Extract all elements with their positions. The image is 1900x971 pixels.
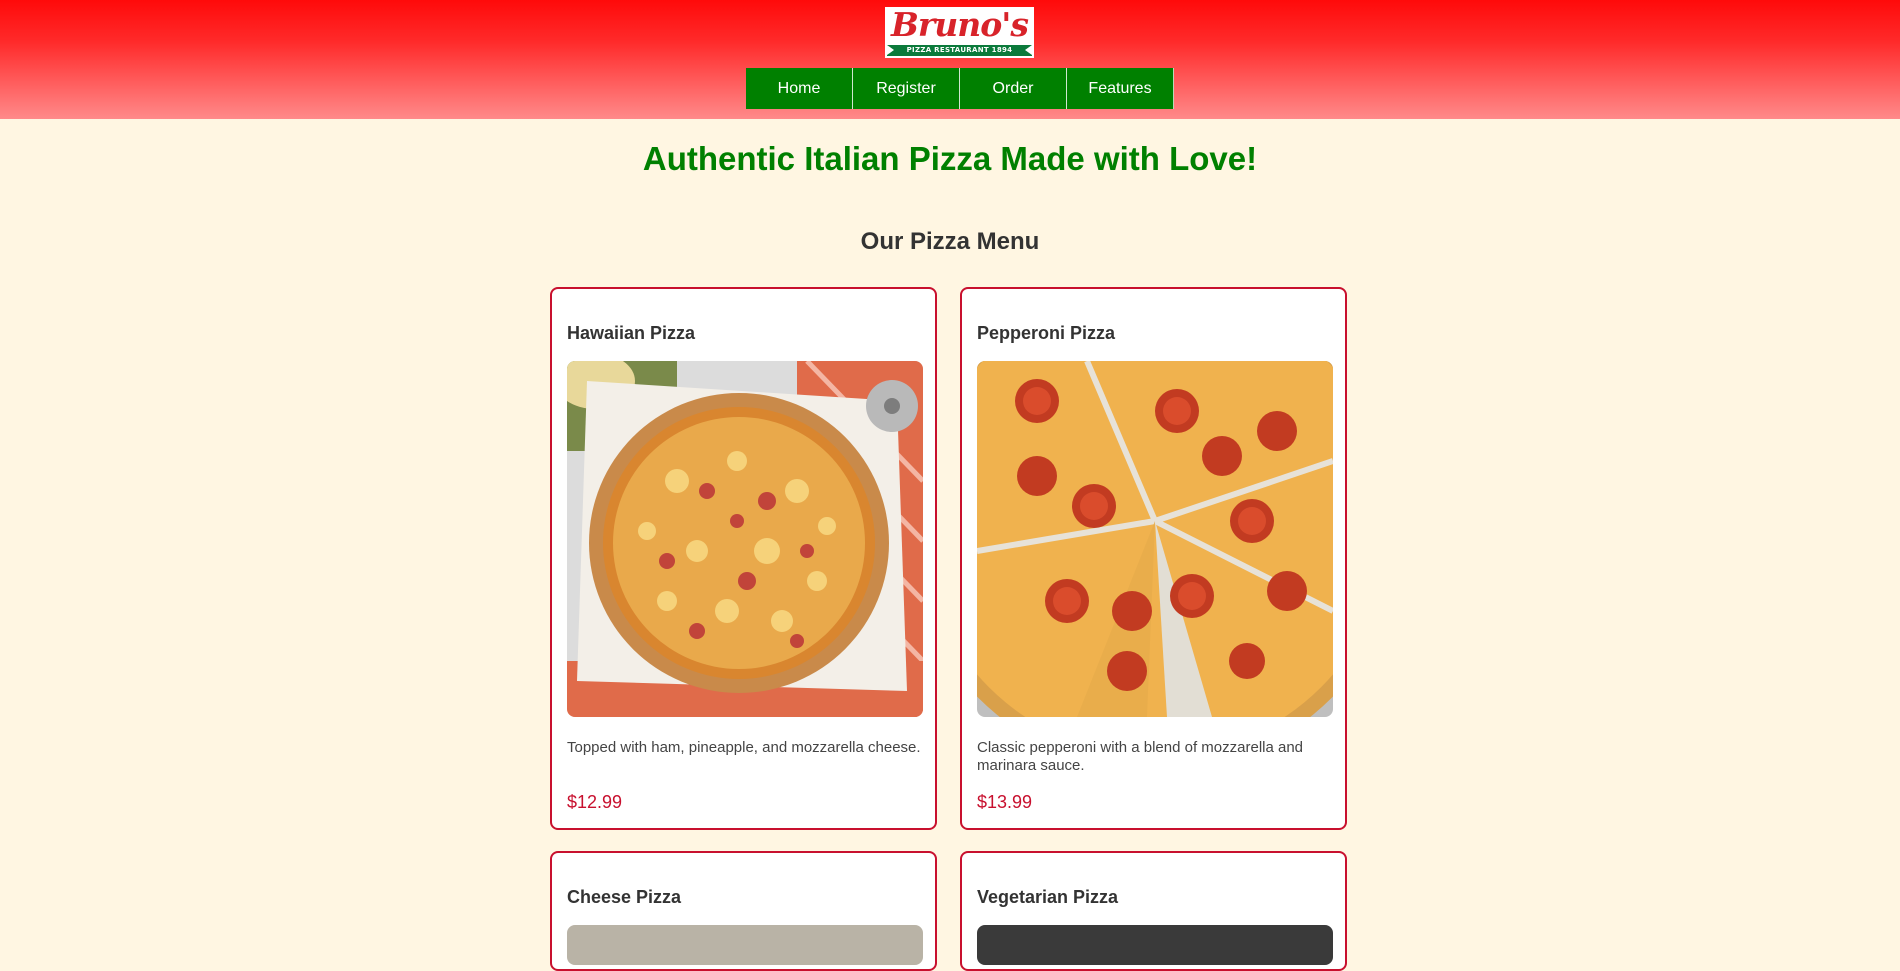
- pepperoni-pizza-image: [977, 361, 1333, 717]
- pizza-name: Pepperoni Pizza: [977, 323, 1116, 343]
- pizza-price: $12.99: [567, 792, 623, 812]
- pizza-description: Classic pepperoni with a blend of mozzar…: [977, 739, 1304, 774]
- hawaiian-pizza-image: [567, 361, 923, 717]
- vegetarian-pizza-image: [977, 925, 1333, 965]
- logo-name: Bruno's: [891, 5, 1029, 44]
- brunos-logo[interactable]: Bruno's PIZZA RESTAURANT 1894: [885, 7, 1034, 58]
- pizza-card-cheese[interactable]: Cheese Pizza: [550, 851, 937, 971]
- pizza-price: $13.99: [977, 792, 1033, 812]
- menu-title: Our Pizza Menu: [860, 228, 1040, 255]
- pizza-name: Hawaiian Pizza: [567, 323, 696, 343]
- nav-features[interactable]: Features: [1067, 68, 1174, 109]
- pizza-card-hawaiian[interactable]: Hawaiian Pizza Topped with ham, pineappl…: [550, 287, 937, 830]
- logo-subtitle: PIZZA RESTAURANT 1894: [887, 45, 1032, 56]
- pizza-name: Cheese Pizza: [567, 887, 682, 907]
- pizza-card-vegetarian[interactable]: Vegetarian Pizza: [960, 851, 1347, 971]
- main-nav: Home Register Order Features: [746, 68, 1174, 109]
- nav-home[interactable]: Home: [746, 68, 853, 109]
- pizza-description: Topped with ham, pineapple, and mozzarel…: [567, 739, 921, 756]
- tagline: Authentic Italian Pizza Made with Love!: [642, 140, 1258, 177]
- pizza-card-pepperoni[interactable]: Pepperoni Pizza Classic pepperoni with a…: [960, 287, 1347, 830]
- site-header: Bruno's PIZZA RESTAURANT 1894 Home Regis…: [0, 0, 1900, 119]
- nav-order[interactable]: Order: [960, 68, 1067, 109]
- cheese-pizza-image: [567, 925, 923, 965]
- pizza-name: Vegetarian Pizza: [977, 887, 1119, 907]
- nav-register[interactable]: Register: [853, 68, 960, 109]
